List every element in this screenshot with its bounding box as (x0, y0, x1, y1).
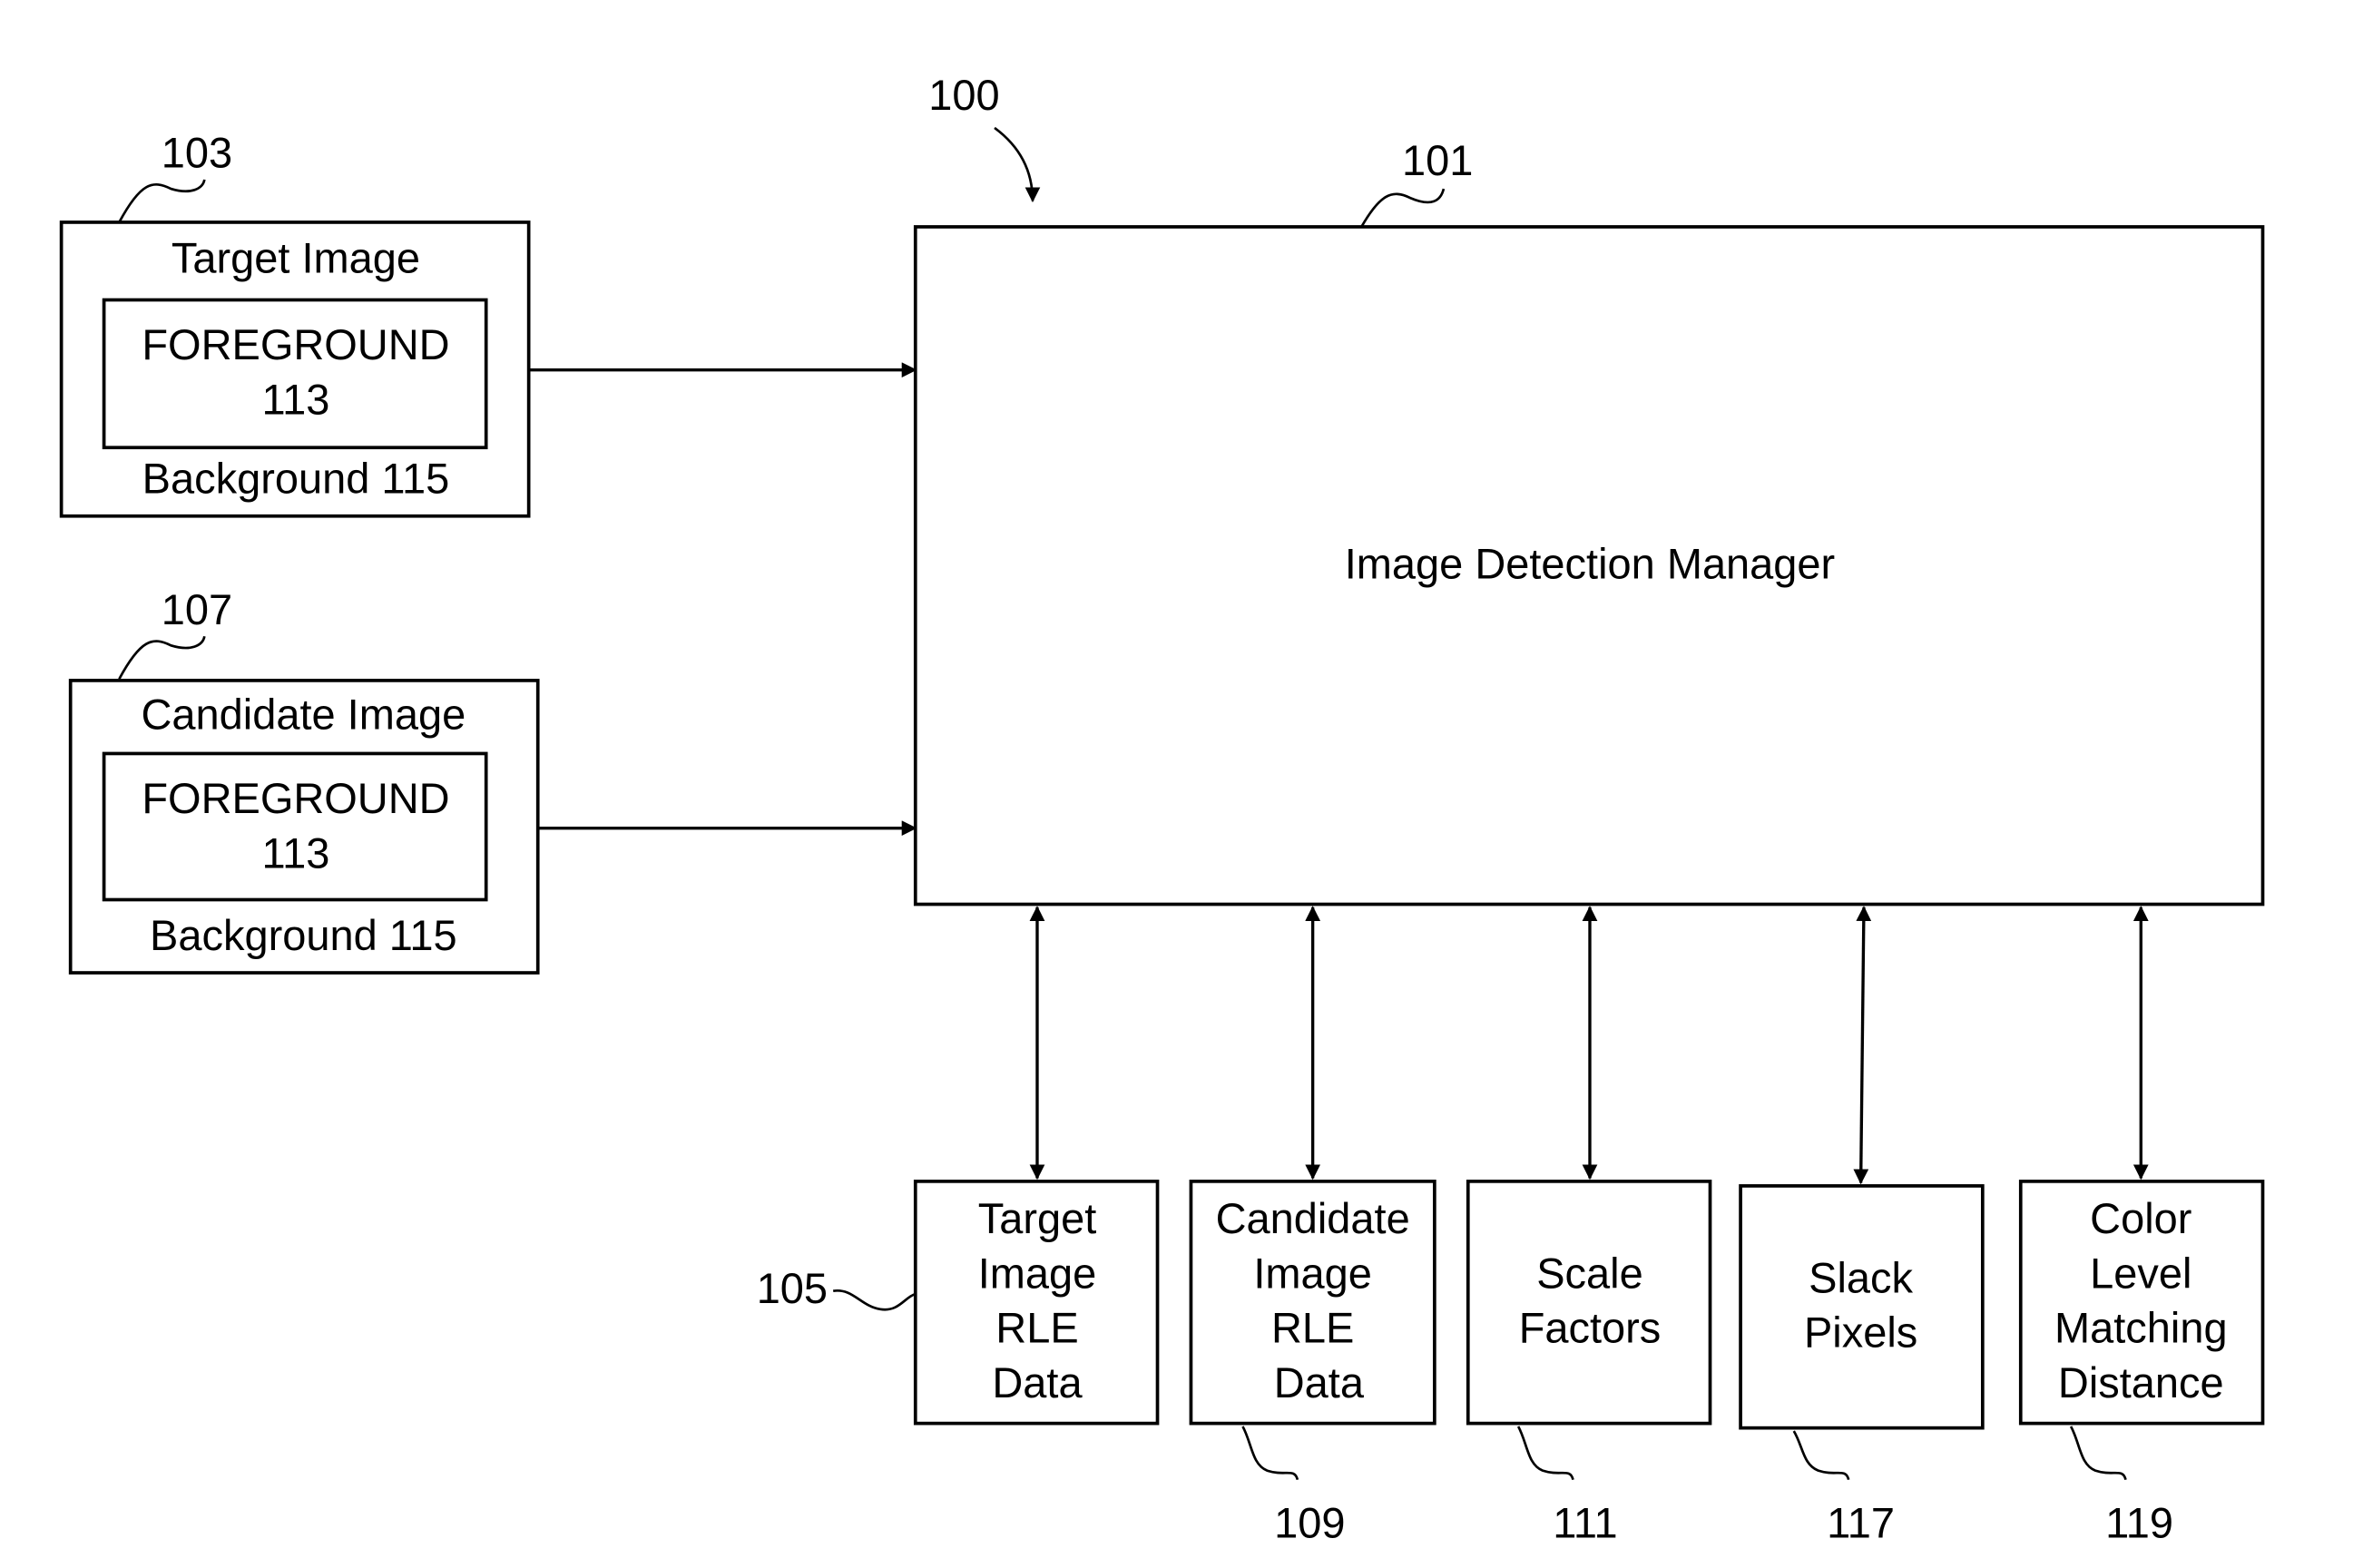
target-image-ref: 103 (162, 129, 232, 177)
candidate-foreground-ref: 113 (262, 828, 330, 877)
block-line: RLE (995, 1304, 1078, 1352)
data-block-scale-factors: Scale Factors 111 (1466, 1180, 1712, 1546)
data-block-target-rle: Target Image RLE Data 105 (757, 1180, 1160, 1426)
block-line: Color (2090, 1194, 2191, 1242)
target-image-title: Target Image (172, 233, 420, 281)
data-block-leader (1792, 1430, 1850, 1481)
candidate-image-ref: 107 (162, 585, 232, 633)
block-line: Pixels (1804, 1308, 1917, 1357)
data-block-leader (2069, 1426, 2127, 1481)
target-foreground-ref: 113 (262, 375, 330, 423)
block-line: Target (978, 1194, 1097, 1242)
candidate-background-label: Background 115 (150, 911, 457, 959)
data-block-leader (832, 1289, 917, 1311)
block-line: Data (992, 1358, 1083, 1406)
manager-label: Image Detection Manager (1345, 540, 1835, 588)
block-line: Level (2090, 1249, 2191, 1297)
block-line: Matching (2054, 1304, 2228, 1352)
target-image-leader (118, 179, 206, 223)
block-line: Candidate (1216, 1194, 1410, 1242)
block-line: Factors (1519, 1304, 1662, 1352)
target-foreground-label: FOREGROUND (142, 320, 449, 368)
data-block-ref: 105 (757, 1264, 828, 1312)
data-block-color-distance: Color Level Matching Distance 119 (2018, 1180, 2265, 1546)
data-block-candidate-rle: Candidate Image RLE Data 109 (1189, 1180, 1436, 1546)
manager-leader (1360, 188, 1446, 228)
block-line: Slack (1809, 1253, 1913, 1301)
candidate-image-title: Candidate Image (141, 691, 466, 739)
data-block-ref: 119 (2105, 1498, 2173, 1546)
candidate-image-block: 107 Candidate Image FOREGROUND 113 Backg… (68, 585, 540, 975)
image-detection-manager: 101 Image Detection Manager (913, 136, 2265, 906)
data-block-leader (1516, 1426, 1574, 1481)
diagram-canvas: 100 103 Target Image FOREGROUND 113 Back… (59, 71, 2265, 1546)
data-block-slack-pixels: Slack Pixels 117 (1739, 1184, 1985, 1546)
block-line: Scale (1536, 1249, 1643, 1297)
candidate-image-leader (118, 635, 206, 680)
block-line: Image (978, 1249, 1097, 1297)
data-block-ref: 109 (1274, 1498, 1345, 1546)
figure-ref-arrow (994, 126, 1041, 203)
block-line: Distance (2058, 1358, 2224, 1406)
target-background-label: Background 115 (142, 455, 450, 503)
candidate-foreground-label: FOREGROUND (142, 774, 449, 822)
target-image-block: 103 Target Image FOREGROUND 113 Backgrou… (59, 129, 531, 518)
block-line: Image (1253, 1249, 1372, 1297)
figure-ref-label: 100 (928, 71, 999, 119)
data-block-ref: 117 (1827, 1498, 1895, 1546)
manager-ref: 101 (1402, 136, 1473, 184)
data-block-ref: 111 (1553, 1498, 1617, 1546)
arrow-slack-pixels (1853, 906, 1872, 1185)
block-line: RLE (1271, 1304, 1354, 1352)
data-block-leader (1241, 1426, 1299, 1481)
block-line: Data (1274, 1358, 1365, 1406)
